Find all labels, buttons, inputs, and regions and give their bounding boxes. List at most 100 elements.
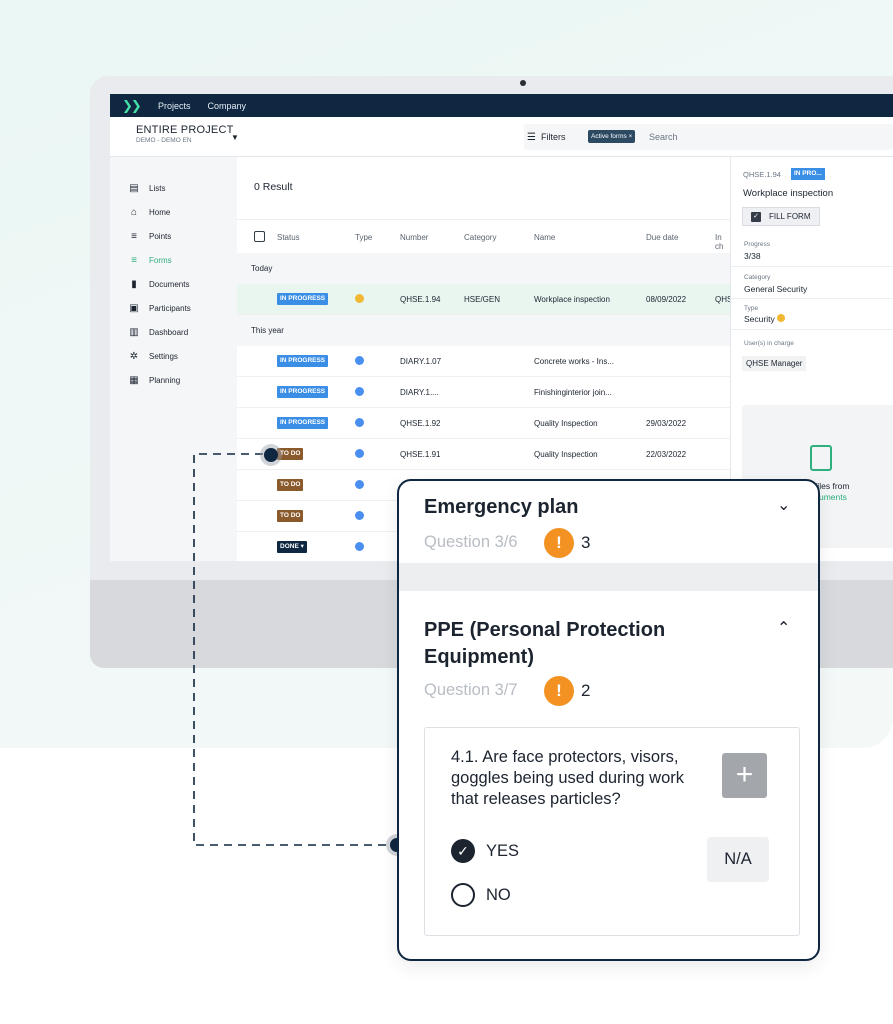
- option-yes[interactable]: ✓ YES: [451, 839, 519, 863]
- select-all-checkbox[interactable]: [254, 231, 265, 242]
- radio-empty-icon[interactable]: [451, 883, 475, 907]
- verified-type-icon: [355, 449, 364, 458]
- table-row[interactable]: IN PROGRESS QHSE.1.94 HSE/GEN Workplace …: [237, 284, 732, 315]
- participants-icon: ▣: [129, 302, 139, 314]
- nav-company[interactable]: Company: [208, 101, 247, 111]
- col-category[interactable]: Category: [464, 233, 496, 242]
- option-no[interactable]: NO: [451, 883, 511, 907]
- fill-form-button[interactable]: ✓ FILL FORM: [742, 207, 820, 226]
- status-badge[interactable]: TO DO: [277, 510, 304, 522]
- drop-zone-text: files from: [815, 481, 850, 491]
- row-number: QHSE.1.91: [400, 450, 441, 459]
- status-badge[interactable]: IN PROGRESS: [277, 386, 329, 398]
- question-progress: Question 3/6: [424, 533, 518, 551]
- category-value: General Security: [744, 284, 808, 294]
- detail-status-badge: IN PRO...: [791, 168, 825, 180]
- sidebar-item-planning[interactable]: ▦ Planning: [128, 373, 180, 387]
- section-separator: [399, 563, 818, 591]
- document-icon: ▮: [131, 278, 137, 290]
- section-title-emergency-plan[interactable]: Emergency plan: [424, 494, 579, 521]
- row-number: QHSE.1.94: [400, 295, 441, 304]
- type-label: Type: [744, 305, 759, 312]
- status-badge[interactable]: IN PROGRESS: [277, 355, 329, 367]
- sidebar-item-dashboard[interactable]: ▥ Dashboard: [128, 325, 188, 339]
- document-add-icon: [810, 445, 832, 471]
- app-logo-icon[interactable]: ❯❯: [122, 98, 158, 114]
- fill-form-label: FILL FORM: [769, 212, 811, 221]
- progress-value: 3/38: [744, 251, 761, 261]
- chevron-down-icon[interactable]: ⌄: [777, 495, 790, 515]
- detail-title: Workplace inspection: [743, 188, 834, 199]
- sidebar-item-label: Planning: [149, 375, 181, 385]
- check-circle-icon[interactable]: ✓: [451, 839, 475, 863]
- list-icon: ≡: [131, 230, 137, 242]
- row-number: QHSE.1.92: [400, 419, 441, 428]
- sidebar-item-settings[interactable]: ✲ Settings: [128, 349, 178, 363]
- home-icon: ⌂: [130, 206, 138, 218]
- project-name[interactable]: ENTIRE PROJECT: [136, 124, 234, 136]
- chevron-up-icon[interactable]: ⌃: [777, 618, 790, 638]
- sidebar: ▤ Lists ⌂ Home ≡ Points ≡ Forms ▮ Documents ▣…: [110, 157, 237, 561]
- status-badge[interactable]: TO DO: [277, 448, 304, 460]
- result-count: 0 Result: [254, 181, 293, 193]
- row-name: Finishinginterior join...: [534, 388, 612, 397]
- sidebar-item-points[interactable]: ≡ Points: [128, 229, 171, 243]
- sidebar-item-home[interactable]: ⌂ Home: [128, 205, 170, 219]
- verified-type-icon: [355, 387, 364, 396]
- row-due-date: 22/03/2022: [646, 450, 687, 459]
- group-today: Today: [237, 253, 730, 284]
- col-in-charge[interactable]: In ch: [715, 233, 730, 251]
- drop-zone-link[interactable]: uments: [819, 492, 847, 502]
- sidebar-item-documents[interactable]: ▮ Documents: [128, 277, 189, 291]
- status-badge[interactable]: DONE ▾: [277, 541, 307, 553]
- search-input[interactable]: [649, 128, 889, 145]
- filters-label: Filters: [540, 132, 566, 142]
- row-due-date: 08/09/2022: [646, 295, 687, 304]
- sidebar-item-lists[interactable]: ▤ Lists: [128, 181, 165, 195]
- project-dropdown-caret-icon[interactable]: ▼: [231, 133, 239, 142]
- dashboard-icon: ▥: [129, 326, 139, 338]
- col-type[interactable]: Type: [355, 233, 372, 242]
- sidebar-item-label: Home: [149, 207, 171, 217]
- status-badge[interactable]: TO DO: [277, 479, 304, 491]
- sidebar-item-forms[interactable]: ≡ Forms: [128, 253, 172, 267]
- col-due-date[interactable]: Due date: [646, 233, 678, 242]
- question-card: Emergency plan ⌄ Question 3/6 ! 3 PPE (P…: [397, 479, 820, 961]
- alert-icon: !: [544, 676, 574, 706]
- col-status[interactable]: Status: [277, 233, 300, 242]
- table-row[interactable]: IN PROGRESS QHSE.1.92 Quality Inspection…: [237, 408, 730, 439]
- row-category: HSE/GEN: [464, 295, 501, 304]
- filter-icon: ☰: [527, 131, 536, 143]
- laptop-camera: [520, 80, 526, 86]
- sidebar-item-participants[interactable]: ▣ Participants: [128, 301, 191, 315]
- nav-projects[interactable]: Projects: [158, 101, 191, 111]
- group-this-year: This year: [237, 315, 730, 346]
- verified-type-icon: [355, 511, 364, 520]
- section-title-ppe[interactable]: PPE (Personal Protection Equipment): [424, 617, 764, 671]
- na-button[interactable]: N/A: [707, 837, 769, 882]
- alert-icon: !: [544, 528, 574, 558]
- incharge-label: User(s) in charge: [744, 340, 794, 347]
- add-attachment-button[interactable]: +: [722, 753, 767, 798]
- col-name[interactable]: Name: [534, 233, 555, 242]
- verified-type-icon: [355, 542, 364, 551]
- incharge-tag[interactable]: QHSE Manager: [742, 356, 807, 371]
- divider: [731, 298, 893, 299]
- table-row[interactable]: IN PROGRESS DIARY.1.07 Concrete works - …: [237, 346, 730, 377]
- sidebar-item-label: Documents: [149, 279, 190, 289]
- status-badge[interactable]: IN PROGRESS: [277, 417, 329, 429]
- filters-button[interactable]: ☰ Filters: [527, 127, 565, 147]
- table-row[interactable]: TO DO QHSE.1.91 Quality Inspection 22/03…: [237, 439, 730, 470]
- divider: [731, 329, 893, 330]
- security-type-icon: [777, 314, 786, 322]
- table-row[interactable]: IN PROGRESS DIARY.1.... Finishinginterio…: [237, 377, 730, 408]
- question-box: 4.1. Are face protectors, visors, goggle…: [424, 727, 800, 936]
- active-forms-chip[interactable]: Active forms ×: [588, 130, 636, 143]
- verified-type-icon: [355, 356, 364, 365]
- project-bar: ENTIRE PROJECT DEMO - DEMO EN ▼ ☰ Filter…: [110, 117, 893, 157]
- sidebar-item-label: Lists: [149, 183, 166, 193]
- row-name: Quality Inspection: [534, 419, 598, 428]
- row-name: Quality Inspection: [534, 450, 598, 459]
- status-badge[interactable]: IN PROGRESS: [277, 293, 329, 305]
- col-number[interactable]: Number: [400, 233, 428, 242]
